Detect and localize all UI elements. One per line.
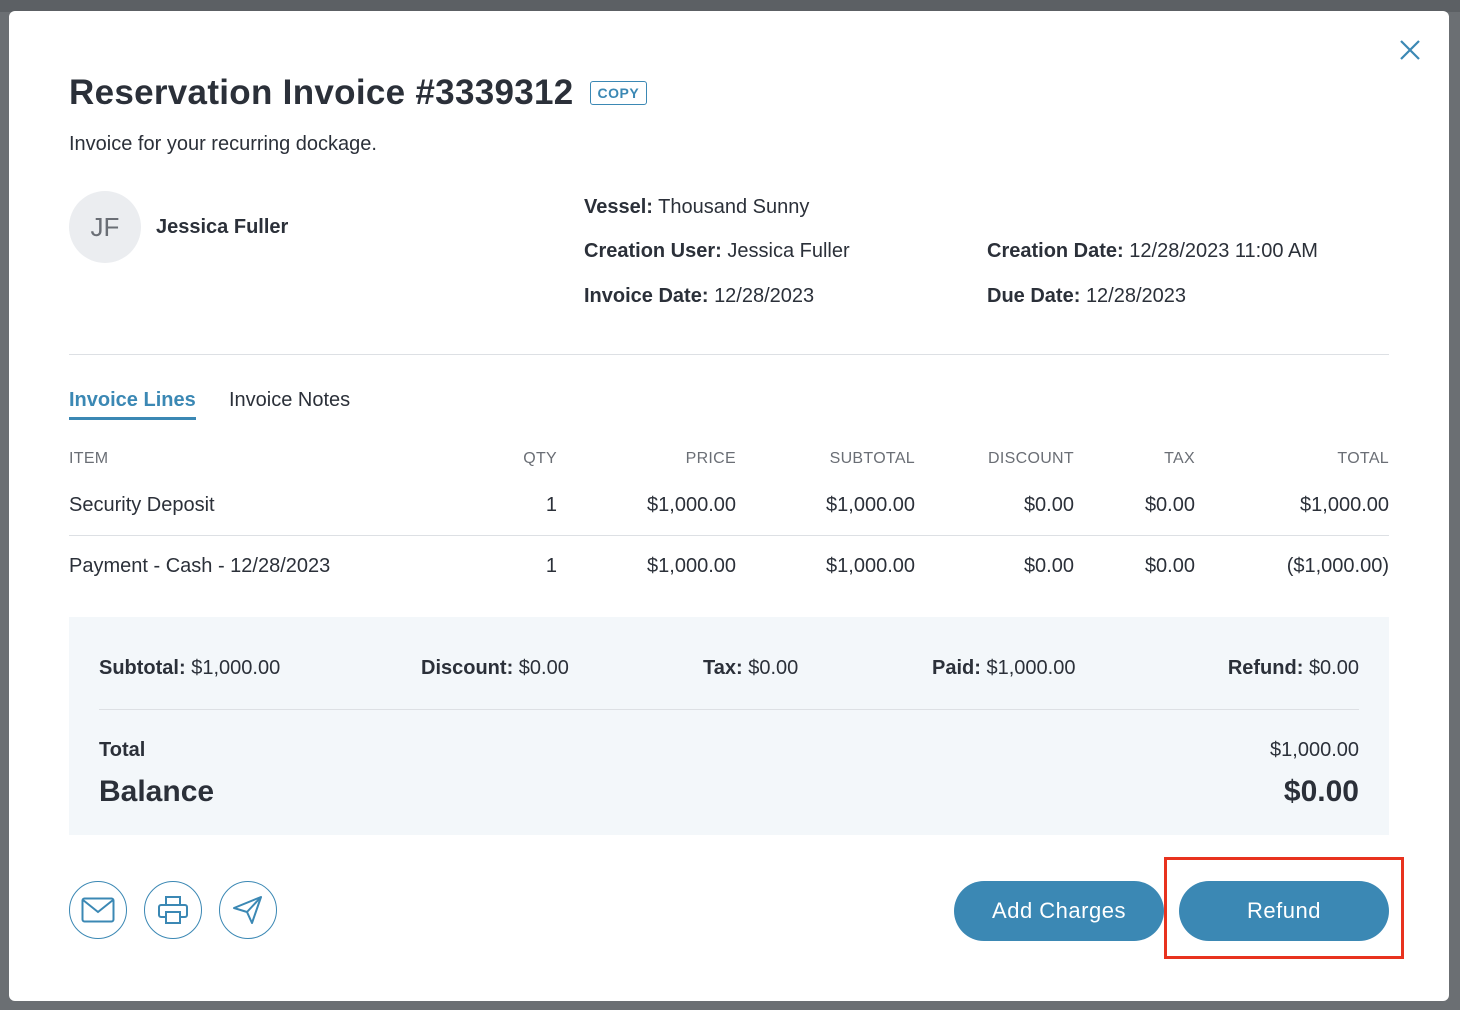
cell-tax: $0.00 bbox=[1074, 475, 1195, 536]
paper-plane-icon bbox=[233, 896, 262, 924]
summary-subtotal-label: Subtotal bbox=[99, 657, 179, 679]
column-header-price: PRICE bbox=[685, 450, 736, 467]
vessel-field: Vessel: Thousand Sunny bbox=[584, 196, 810, 218]
tab-invoice-notes[interactable]: Invoice Notes bbox=[229, 389, 350, 417]
column-header-total: TOTAL bbox=[1337, 450, 1389, 467]
cell-discount: $0.00 bbox=[1023, 554, 1074, 577]
column-header-discount: DISCOUNT bbox=[988, 450, 1074, 467]
table-header-row: ITEM QTY PRICE SUBTOTAL DISCOUNT TAX TOT… bbox=[69, 443, 1389, 475]
summary-paid: Paid: $1,000.00 bbox=[932, 657, 1076, 679]
cell-item: Security Deposit bbox=[69, 475, 449, 536]
balance-value: $0.00 bbox=[1283, 775, 1359, 808]
print-button[interactable] bbox=[144, 881, 202, 939]
cell-qty: 1 bbox=[449, 475, 557, 536]
cell-discount: $0.00 bbox=[915, 475, 1074, 536]
title-row: Reservation Invoice #3339312 COPY bbox=[69, 73, 648, 113]
total-value: $1,000.00 bbox=[1270, 739, 1359, 761]
cell-subtotal: $1,000.00 bbox=[826, 554, 915, 577]
summary-tax-value: $0.00 bbox=[748, 657, 799, 679]
column-header-item: ITEM bbox=[69, 450, 109, 467]
vessel-value: Thousand Sunny bbox=[658, 196, 810, 218]
summary-subtotal-value: $1,000.00 bbox=[191, 657, 281, 679]
header-divider bbox=[69, 354, 1389, 355]
vessel-label: Vessel bbox=[584, 196, 647, 218]
summary-refund-label: Refund bbox=[1227, 657, 1297, 679]
cell-price: $1,000.00 bbox=[647, 554, 736, 577]
cell-price: $1,000.00 bbox=[557, 475, 736, 536]
add-charges-button[interactable]: Add Charges bbox=[954, 881, 1164, 941]
creation-user-field: Creation User: Jessica Fuller bbox=[584, 240, 850, 262]
creation-user-label: Creation User bbox=[584, 240, 716, 262]
column-header-tax: TAX bbox=[1164, 450, 1195, 467]
summary-discount-label: Discount bbox=[421, 657, 507, 679]
table-row: Security Deposit 1 $1,000.00 $1,000.00 $… bbox=[69, 475, 1389, 536]
page-title: Reservation Invoice #3339312 bbox=[69, 73, 574, 112]
creation-date-value: 12/28/2023 11:00 AM bbox=[1129, 240, 1318, 262]
close-icon bbox=[1400, 40, 1420, 60]
refund-highlight-annotation bbox=[1164, 857, 1404, 959]
balance-label: Balance bbox=[99, 775, 215, 808]
invoice-description: Invoice for your recurring dockage. bbox=[69, 133, 377, 155]
cell-subtotal: $1,000.00 bbox=[736, 475, 915, 536]
creation-user-value: Jessica Fuller bbox=[727, 240, 850, 262]
creation-date-label: Creation Date bbox=[987, 240, 1118, 262]
printer-icon bbox=[158, 896, 188, 924]
summary-paid-label: Paid bbox=[932, 657, 975, 679]
summary-subtotal: Subtotal: $1,000.00 bbox=[99, 657, 281, 679]
close-button[interactable] bbox=[1397, 37, 1423, 63]
total-label: Total bbox=[99, 739, 146, 761]
creation-date-field: Creation Date: 12/28/2023 11:00 AM bbox=[987, 240, 1318, 262]
email-button[interactable] bbox=[69, 881, 127, 939]
cell-item: Payment - Cash - 12/28/2023 bbox=[69, 554, 331, 577]
summary-refund-value: $0.00 bbox=[1308, 657, 1359, 679]
cell-tax: $0.00 bbox=[1144, 554, 1195, 577]
column-header-qty: QTY bbox=[523, 450, 557, 467]
invoice-date-value: 12/28/2023 bbox=[714, 285, 815, 307]
due-date-value: 12/28/2023 bbox=[1085, 285, 1187, 307]
cell-total: ($1,000.00) bbox=[1286, 554, 1389, 577]
summary-refund: Refund: $0.00 bbox=[1227, 657, 1359, 679]
invoice-summary: Subtotal: $1,000.00 Discount: $0.00 Tax:… bbox=[69, 617, 1389, 835]
cell-qty: 1 bbox=[545, 554, 557, 577]
column-header-subtotal: SUBTOTAL bbox=[829, 450, 915, 467]
summary-paid-value: $1,000.00 bbox=[986, 657, 1076, 679]
summary-tax: Tax: $0.00 bbox=[703, 657, 799, 679]
cell-total: $1,000.00 bbox=[1195, 475, 1389, 536]
due-date-label: Due Date bbox=[987, 285, 1074, 307]
invoice-lines-table: ITEM QTY PRICE SUBTOTAL DISCOUNT TAX TOT… bbox=[69, 443, 1389, 596]
summary-divider bbox=[99, 709, 1359, 710]
summary-discount-value: $0.00 bbox=[518, 657, 569, 679]
send-button[interactable] bbox=[219, 881, 277, 939]
invoice-date-field: Invoice Date: 12/28/2023 bbox=[584, 285, 815, 307]
table-row: Payment - Cash - 12/28/2023 1 $1,000.00 … bbox=[69, 536, 1389, 597]
due-date-field: Due Date: 12/28/2023 bbox=[987, 285, 1187, 307]
summary-discount: Discount: $0.00 bbox=[421, 657, 569, 679]
tab-invoice-lines[interactable]: Invoice Lines bbox=[69, 389, 196, 420]
invoice-date-label: Invoice Date bbox=[584, 285, 702, 307]
summary-tax-label: Tax bbox=[703, 657, 736, 679]
mail-icon bbox=[81, 897, 115, 923]
copy-button[interactable]: COPY bbox=[589, 81, 648, 105]
invoice-modal: Reservation Invoice #3339312 COPY Invoic… bbox=[9, 11, 1449, 1001]
avatar: JF bbox=[69, 191, 141, 263]
customer-name: Jessica Fuller bbox=[156, 216, 289, 238]
